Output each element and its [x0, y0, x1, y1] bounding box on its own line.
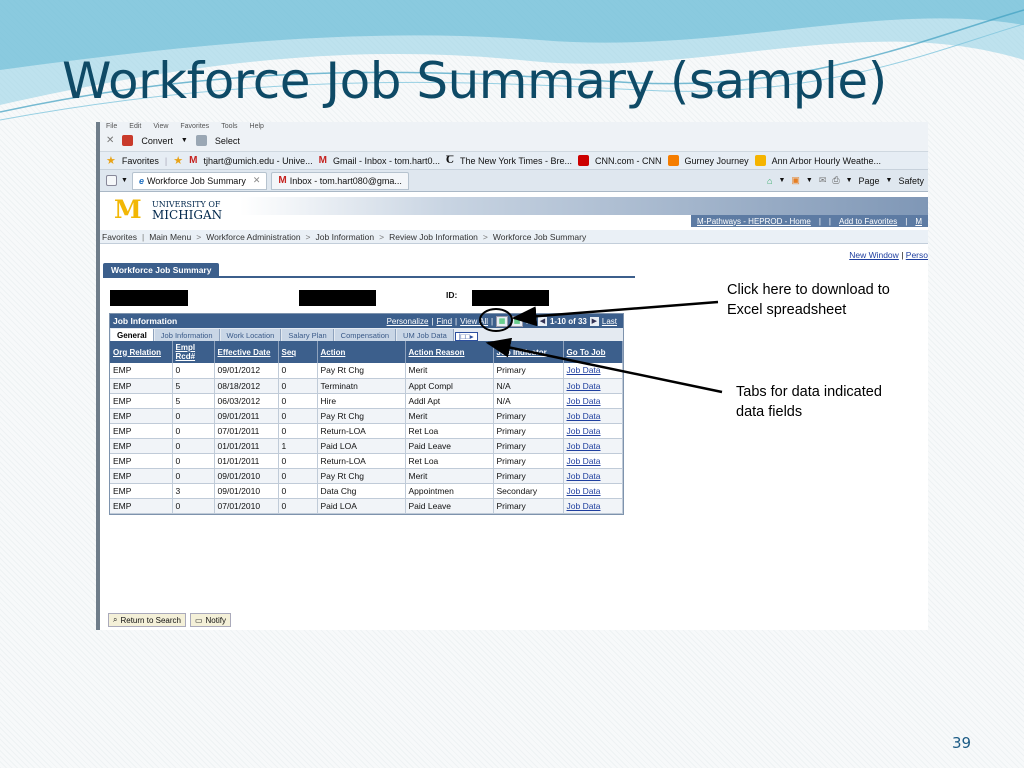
- excel-callout-line-1: Click here to download to: [727, 282, 890, 298]
- tabs-callout-line-2: data fields: [736, 404, 803, 420]
- excel-callout-arrow: [511, 300, 719, 327]
- excel-callout: Click here to download to Excel spreadsh…: [727, 280, 890, 320]
- tabs-callout-line-1: Tabs for data indicated: [736, 384, 882, 400]
- tabs-callout-arrow: [485, 337, 723, 394]
- excel-highlight-ellipse: [479, 308, 513, 332]
- slide-number: 39: [952, 734, 972, 752]
- tabs-callout: Tabs for data indicated data fields: [736, 382, 882, 422]
- excel-callout-line-2: Excel spreadsheet: [727, 302, 847, 318]
